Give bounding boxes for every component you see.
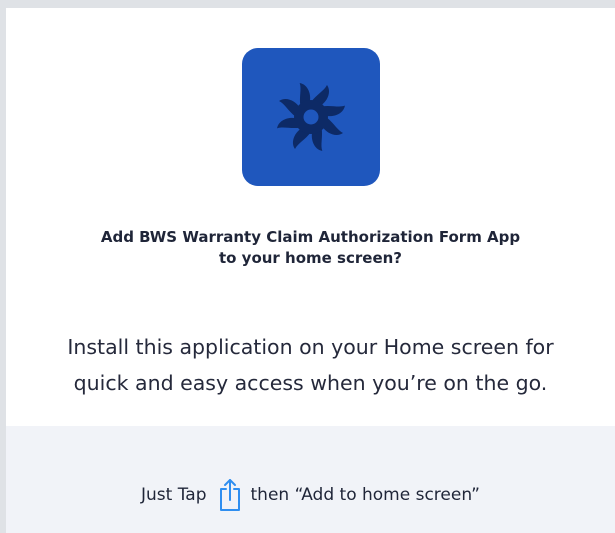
instruction-text-after: then “Add to home screen” bbox=[250, 485, 480, 505]
prompt-description-line-2: quick and easy access when you’re on the… bbox=[73, 371, 548, 395]
share-button[interactable] bbox=[219, 478, 241, 512]
prompt-description-line-1: Install this application on your Home sc… bbox=[67, 335, 554, 359]
share-icon bbox=[219, 479, 240, 511]
prompt-description: Install this application on your Home sc… bbox=[16, 329, 605, 401]
prompt-title-line-2: to your home screen? bbox=[218, 249, 403, 267]
pinwheel-logo-icon bbox=[277, 83, 345, 151]
add-to-home-instruction: Just Tap then “Add to home screen” bbox=[6, 475, 615, 515]
prompt-title-line-1: Add BWS Warranty Claim Authorization For… bbox=[100, 228, 521, 246]
instruction-text-before: Just Tap bbox=[141, 485, 207, 505]
prompt-title: Add BWS Warranty Claim Authorization For… bbox=[26, 227, 595, 269]
instruction-footer: Just Tap then “Add to home screen” bbox=[6, 426, 615, 533]
install-prompt-card: Add BWS Warranty Claim Authorization For… bbox=[6, 8, 615, 533]
app-icon bbox=[242, 48, 380, 186]
